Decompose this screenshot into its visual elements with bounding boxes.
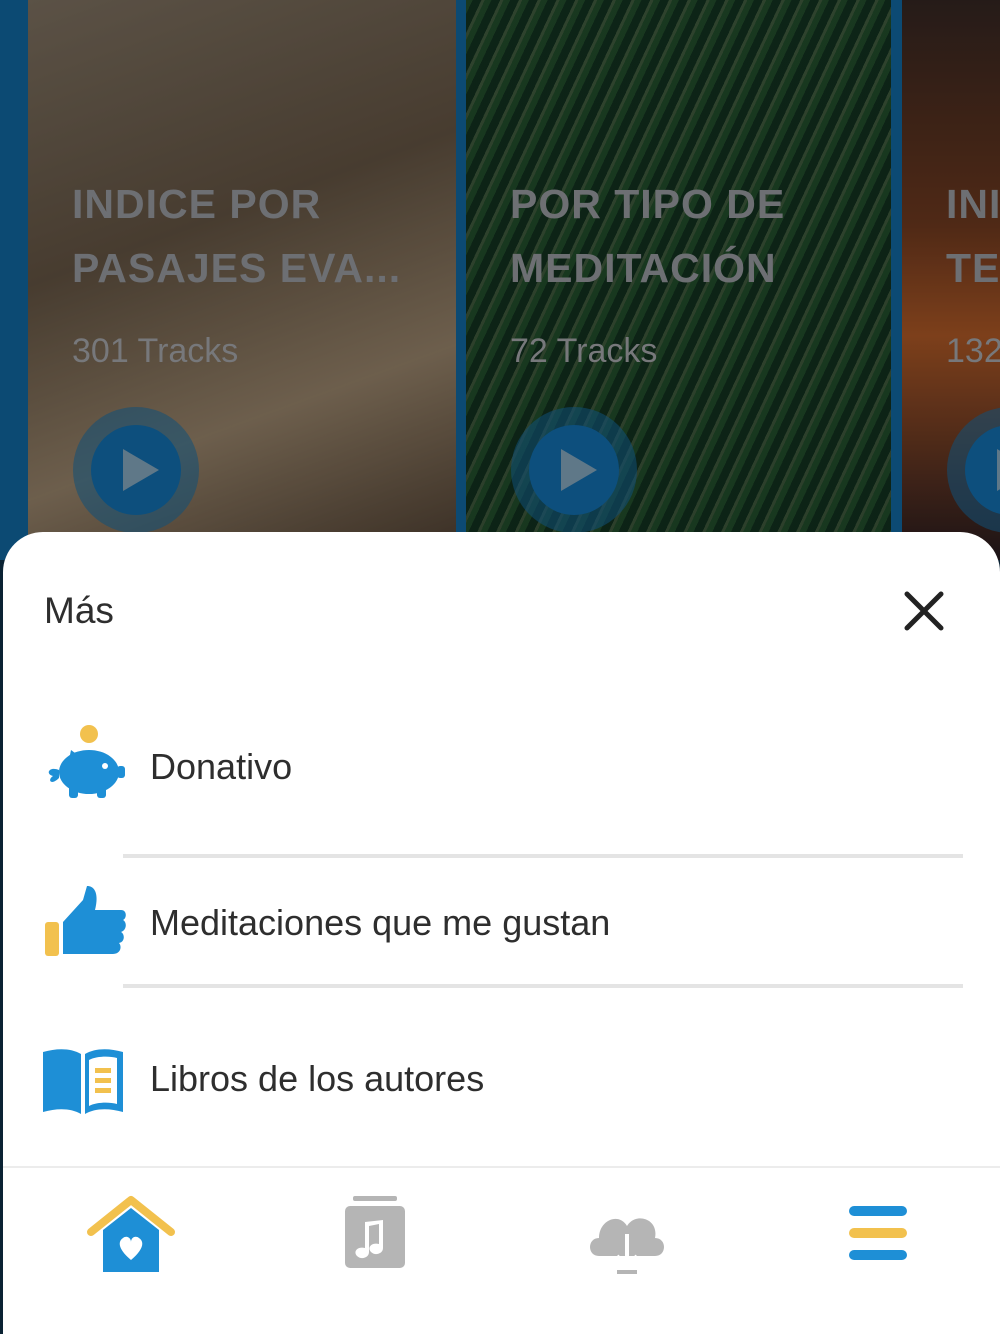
piggy-bank-icon — [48, 725, 125, 798]
menu-item-label: Meditaciones que me gustan — [150, 902, 611, 943]
home-icon — [87, 1196, 175, 1272]
play-icon — [965, 425, 1000, 515]
play-button[interactable] — [73, 407, 199, 533]
card-title: INDICE POR PASAJES EVA... — [72, 181, 402, 291]
menu-item-label: Donativo — [150, 746, 293, 787]
playlist-card-tipo-meditacion[interactable]: POR TIPO DE MEDITACIÓN 72 Tracks — [466, 0, 891, 560]
card-track-count: 301 Tracks — [72, 332, 239, 370]
menu-item-meditaciones-gustan[interactable]: Meditaciones que me gustan — [3, 858, 1000, 988]
playlist-carousel[interactable]: INDICE POR PASAJES EVA... 301 Tracks POR… — [0, 0, 1000, 560]
book-icon — [43, 1049, 123, 1114]
close-button[interactable] — [889, 582, 957, 642]
menu-icon — [849, 1206, 907, 1260]
nav-menu-button[interactable] — [829, 1190, 929, 1280]
card-title: POR TIPO DE MEDITACIÓN — [510, 181, 786, 291]
divider — [123, 984, 963, 988]
thumbs-up-icon — [45, 886, 126, 956]
card-track-count: 132 — [946, 332, 1000, 370]
bottom-nav — [3, 1166, 1000, 1334]
play-button[interactable] — [511, 407, 637, 533]
nav-download-button[interactable] — [577, 1190, 677, 1280]
sheet-title: Más — [44, 590, 114, 631]
play-icon — [529, 425, 619, 515]
playlist-card-pasajes[interactable]: INDICE POR PASAJES EVA... 301 Tracks — [28, 0, 456, 560]
card-title: INI TE — [946, 181, 1000, 291]
playlist-card-partial[interactable]: INI TE 132 — [902, 0, 1000, 560]
menu-item-label: Libros de los autores — [150, 1058, 485, 1099]
menu-item-donativo[interactable]: Donativo — [3, 702, 1000, 832]
cloud-download-icon — [590, 1218, 664, 1274]
close-icon — [904, 591, 944, 631]
music-icon — [345, 1196, 405, 1268]
play-icon — [91, 425, 181, 515]
nav-music-button[interactable] — [325, 1190, 425, 1280]
card-track-count: 72 Tracks — [510, 332, 658, 370]
menu-item-libros-autores[interactable]: Libros de los autores — [3, 1014, 1000, 1144]
nav-home-button[interactable] — [81, 1190, 181, 1280]
